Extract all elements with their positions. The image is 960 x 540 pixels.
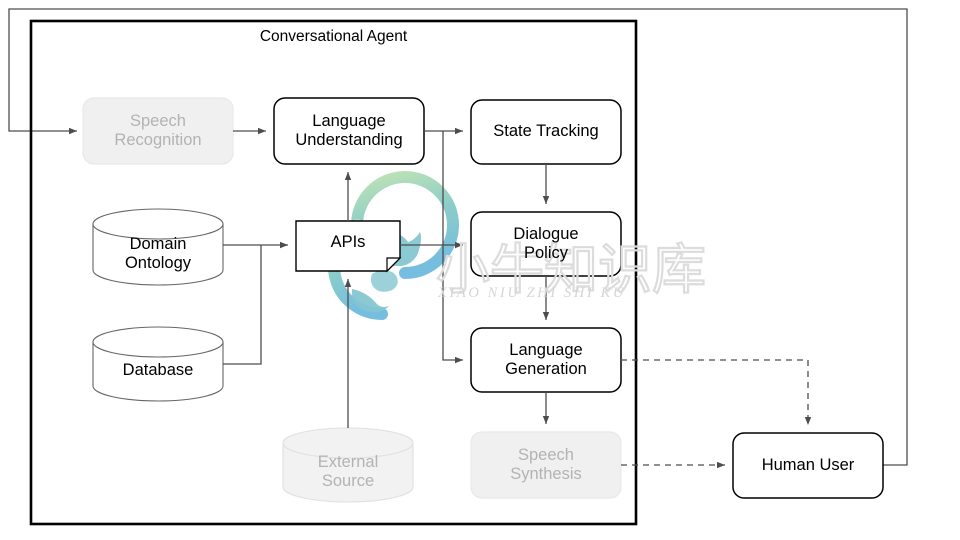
node-speech-recognition[interactable]: [82, 97, 234, 165]
node-external-source[interactable]: [282, 427, 414, 503]
container-title: Conversational Agent: [259, 28, 408, 45]
edge-database-to-apis: [223, 245, 262, 365]
watermark-text-group: 小牛知识库 XIAO NIU ZHI SHI KU: [435, 237, 707, 302]
node-state-tracking[interactable]: [470, 99, 622, 165]
node-apis[interactable]: [295, 220, 402, 273]
node-database[interactable]: [92, 326, 224, 402]
node-language-understanding[interactable]: [273, 97, 425, 165]
node-speech-synthesis[interactable]: [470, 431, 622, 499]
node-language-generation[interactable]: [470, 327, 622, 393]
edge-language-generation-to-human-user: [621, 359, 812, 425]
diagram-svg: 小牛知识库 XIAO NIU ZHI SHI KU: [8, 8, 908, 526]
diagram-canvas: 小牛知识库 XIAO NIU ZHI SHI KU Conversational…: [0, 0, 960, 540]
watermark-latin-text: XIAO NIU ZHI SHI KU: [437, 285, 626, 301]
node-domain-ontology[interactable]: [92, 208, 224, 286]
node-human-user[interactable]: [732, 432, 884, 499]
